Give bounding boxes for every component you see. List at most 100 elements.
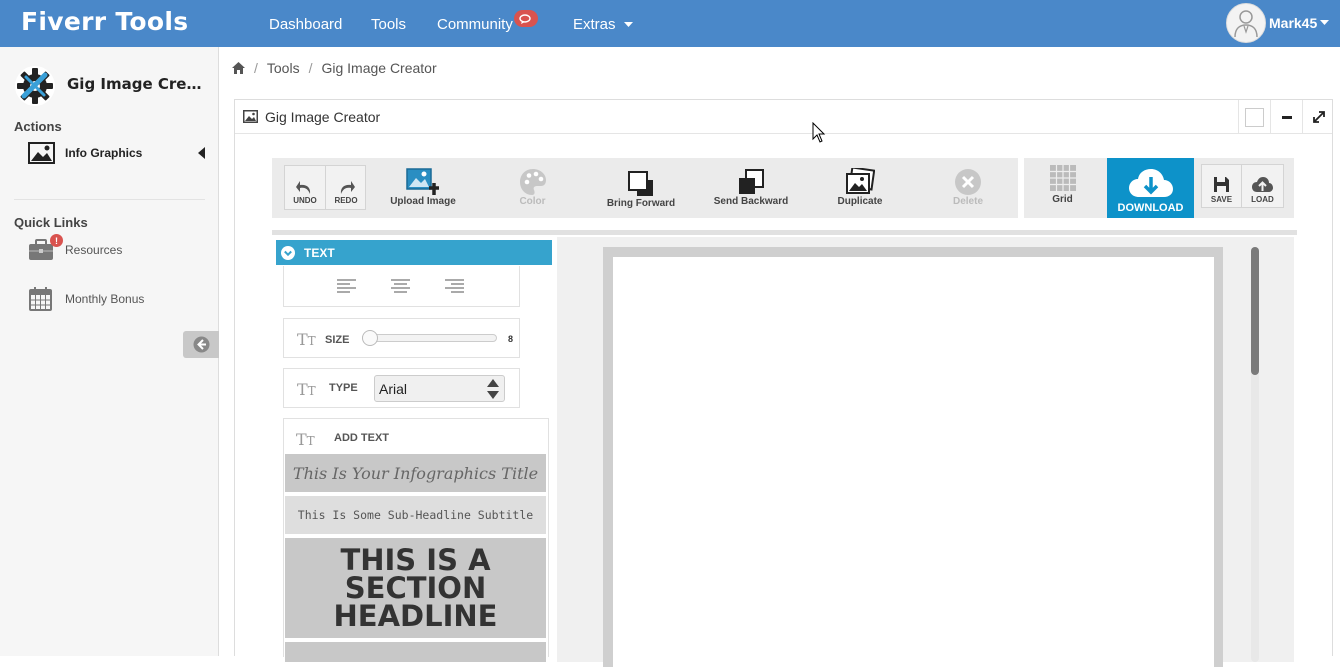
save-button[interactable]: SAVE [1202,165,1241,206]
sidebar-item-monthly-bonus[interactable]: Monthly Bonus [28,287,144,311]
panel-color-button[interactable] [1238,100,1270,134]
download-button[interactable]: DOWNLOAD [1107,158,1194,218]
collapse-sidebar-button[interactable] [183,331,219,358]
duplicate-button[interactable]: Duplicate [823,162,897,208]
size-slider-handle[interactable] [362,330,378,346]
align-center-icon[interactable] [391,279,410,293]
caret-down-icon [623,22,633,28]
nav-community[interactable]: Community [437,16,513,33]
panel-fullscreen-button[interactable] [1302,100,1334,134]
nav-dashboard[interactable]: Dashboard [269,16,342,33]
duplicate-icon [846,168,875,194]
add-text-icon: TT [296,430,315,449]
nav-tools[interactable]: Tools [371,16,406,33]
breadcrumb-separator: / [254,60,258,76]
calendar-icon [28,287,55,311]
text-size-icon: TT [297,330,316,349]
canvas-scrollbar-thumb[interactable] [1251,247,1259,375]
panel-minimize-button[interactable] [1270,100,1302,134]
upload-image-button[interactable]: Upload Image [385,162,461,208]
font-type-control: TT TYPE Arial [283,368,520,408]
template-section-headline-text: THIS IS A SECTION HEADLINE [333,543,498,633]
sidebar-item-label: Info Graphics [65,146,143,160]
upload-image-icon [406,168,439,195]
font-size-control: TT SIZE 8 [283,318,520,358]
brand-logo[interactable]: Fiverr Tools [21,7,188,36]
template-infographics-title[interactable]: This Is Your Infographics Title [285,454,546,492]
sidebar-item-info-graphics[interactable]: Info Graphics [28,141,208,165]
image-icon [243,110,258,123]
font-select-value: Arial [379,381,408,397]
home-icon[interactable] [232,62,245,74]
updown-arrows-icon [487,379,499,399]
bring-forward-label: Bring Forward [606,198,676,209]
user-menu[interactable]: Mark45 [1226,2,1330,44]
send-backward-button[interactable]: Send Backward [711,162,791,208]
briefcase-icon: ! [28,234,63,262]
expand-icon [1312,111,1325,123]
upload-image-label: Upload Image [390,196,456,207]
arrow-left-circle-icon [193,336,209,353]
align-left-icon[interactable] [337,279,356,293]
sidebar-divider [14,199,205,200]
canvas-scrollbar[interactable] [1251,247,1259,662]
nav-extras[interactable]: Extras [573,16,633,33]
sidebar: Gig Image Cre... Actions Info Graphics Q… [0,47,219,656]
panel-header: Gig Image Creator [235,100,1332,134]
grid-icon [1049,165,1076,191]
quick-links-heading: Quick Links [14,215,88,230]
save-label: SAVE [1210,195,1233,204]
bring-forward-icon [628,171,653,196]
caret-down-icon [1320,20,1330,25]
breadcrumb-tools[interactable]: Tools [267,60,300,76]
size-value: 8 [508,334,514,344]
send-backward-label: Send Backward [713,196,789,207]
undo-label: UNDO [293,196,317,205]
community-chat-badge-icon [514,10,538,27]
close-circle-icon [955,169,981,195]
size-slider[interactable] [362,330,497,346]
nav-extras-label: Extras [573,16,616,33]
text-type-icon: TT [297,380,316,399]
redo-button[interactable]: REDO [326,166,366,208]
template-section-headline[interactable]: THIS IS A SECTION HEADLINE [285,538,546,638]
user-name: Mark45 [1269,15,1318,31]
load-button[interactable]: LOAD [1242,165,1283,206]
alert-badge: ! [50,234,63,247]
undo-icon [296,181,311,194]
align-right-icon[interactable] [445,279,464,293]
download-label: DOWNLOAD [1117,202,1184,214]
minus-icon [1281,115,1292,119]
undo-button[interactable]: UNDO [285,166,325,208]
chevron-down-circle-icon [281,245,295,260]
design-canvas[interactable] [613,257,1214,667]
text-section-title: TEXT [304,245,335,260]
type-label: TYPE [329,382,358,394]
template-sub-headline[interactable]: This Is Some Sub-Headline Subtitle [285,496,546,534]
avatar [1226,3,1266,43]
delete-button[interactable]: Delete [933,162,1003,208]
duplicate-label: Duplicate [837,196,883,207]
text-section-header[interactable]: TEXT [276,240,552,265]
grid-label: Grid [1052,194,1073,205]
sidebar-item-label: Resources [65,243,123,257]
load-label: LOAD [1251,195,1274,204]
sidebar-item-label: Monthly Bonus [65,292,145,306]
palette-icon [519,169,546,195]
template-more[interactable] [285,642,546,662]
color-button[interactable]: Color [495,162,570,208]
font-select[interactable]: Arial [374,375,505,402]
caret-left-icon [198,147,205,159]
breadcrumb: / Tools / Gig Image Creator [232,60,437,76]
redo-icon [340,181,355,194]
grid-button[interactable]: Grid [1024,158,1101,218]
send-backward-icon [739,169,764,194]
cloud-upload-icon [1252,177,1273,192]
image-icon [28,141,55,165]
sidebar-item-resources[interactable]: ! Resources [28,234,123,262]
bring-forward-button[interactable]: Bring Forward [601,162,681,209]
app-title: Gig Image Cre... [67,75,202,93]
breadcrumb-separator: / [308,60,313,76]
mouse-cursor-icon [812,122,826,143]
top-navbar: Fiverr Tools Dashboard Tools Community E… [0,0,1340,47]
